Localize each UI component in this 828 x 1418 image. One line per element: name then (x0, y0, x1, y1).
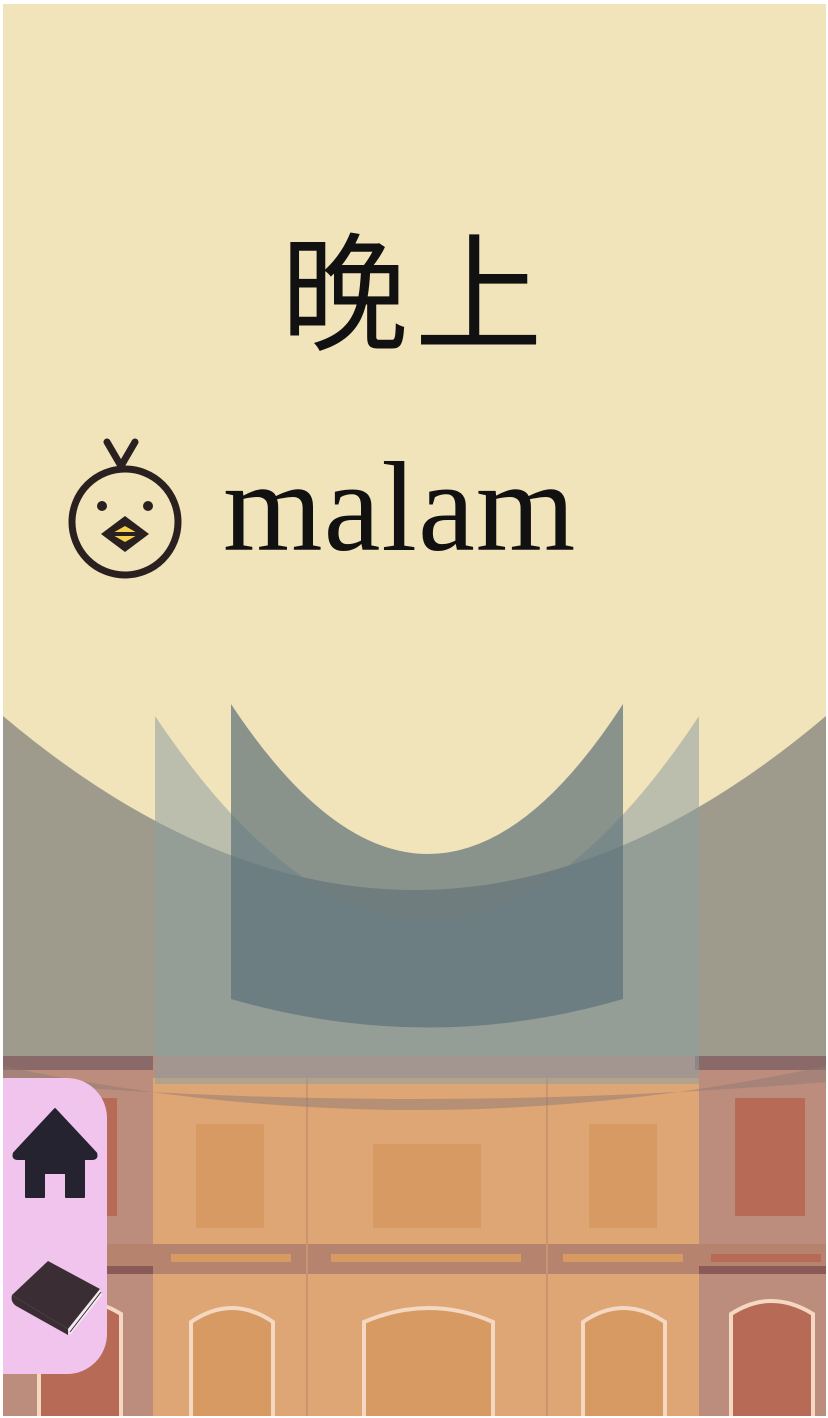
home-button[interactable] (7, 1098, 103, 1208)
chick-face-icon[interactable] (63, 436, 187, 586)
book-button[interactable] (7, 1240, 103, 1350)
side-navigation (3, 1078, 107, 1374)
home-icon (12, 1108, 98, 1198)
book-icon (11, 1261, 102, 1335)
chinese-word: 晚上 (280, 222, 549, 371)
malay-word: malam (223, 436, 577, 578)
flashcard-screen: 晚上 malam (3, 4, 826, 1416)
